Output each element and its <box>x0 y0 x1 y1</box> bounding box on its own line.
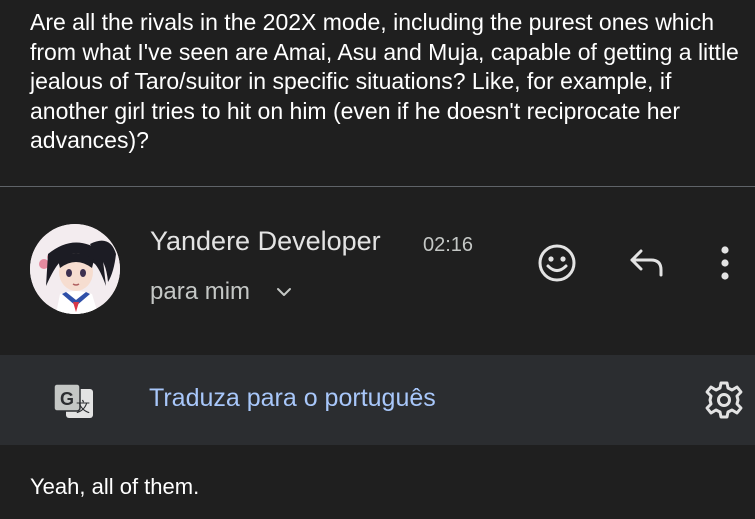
quoted-question-text: Are all the rivals in the 202X mode, inc… <box>30 9 739 153</box>
avatar-image <box>30 224 120 314</box>
more-options-button[interactable] <box>708 240 742 286</box>
svg-text:G: G <box>60 389 74 409</box>
translate-settings-button[interactable] <box>702 378 746 422</box>
emoji-reaction-button[interactable] <box>534 240 580 286</box>
sender-name[interactable]: Yandere Developer <box>150 226 381 257</box>
divider <box>0 186 755 187</box>
chevron-down-icon[interactable] <box>274 284 294 300</box>
reply-button[interactable] <box>624 241 670 285</box>
translate-link[interactable]: Traduza para o português <box>149 384 436 413</box>
message-body: Yeah, all of them. <box>30 474 200 499</box>
reply-icon <box>630 249 663 277</box>
message-time: 02:16 <box>423 234 474 256</box>
translate-icon: G 文 <box>53 383 93 418</box>
svg-text:文: 文 <box>76 400 90 416</box>
avatar[interactable] <box>30 224 120 314</box>
gear-icon <box>705 381 743 419</box>
emoji-reaction-icon <box>538 244 576 282</box>
more-vert-icon <box>721 246 729 280</box>
recipient-label[interactable]: para mim <box>150 278 250 306</box>
